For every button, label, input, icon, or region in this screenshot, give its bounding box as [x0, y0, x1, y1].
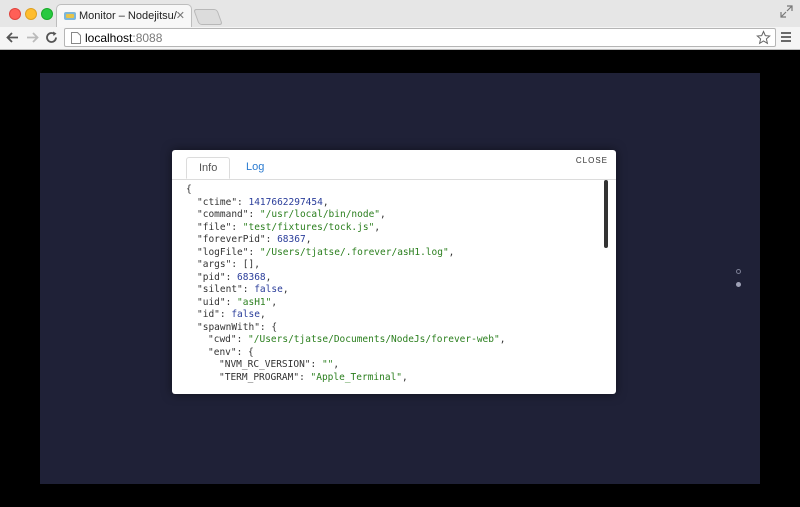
json-key: ,: [259, 309, 266, 320]
json-line: "foreverPid": 68367,: [186, 234, 606, 247]
json-key: "cwd":: [208, 334, 249, 345]
json-line: "silent": false,: [186, 284, 606, 297]
modal-close-button[interactable]: CLOSE: [576, 156, 608, 165]
pager-dot[interactable]: [736, 269, 741, 274]
process-json-view: {"ctime": 1417662297454, "command": "/usr…: [186, 184, 606, 389]
json-line: "NVM_RC_VERSION": "",: [186, 359, 606, 372]
tab-close-icon[interactable]: ✕: [176, 9, 185, 22]
json-key: "pid":: [197, 271, 238, 283]
new-tab-button[interactable]: [193, 9, 223, 25]
bookmark-star-icon[interactable]: [756, 30, 771, 45]
json-key: "args": [],: [197, 259, 260, 270]
browser-toolbar: localhost:8088: [0, 27, 800, 50]
json-key: "ctime":: [197, 196, 249, 208]
browser-tab-title: Monitor – Nodejitsu/forever: [79, 10, 177, 22]
json-key: ,: [448, 246, 455, 258]
tab-log[interactable]: Log: [234, 157, 276, 179]
json-string: "/Users/tjatse/Documents/NodeJs/forever-…: [248, 334, 500, 345]
json-string: "/Users/tjatse/.forever/asH1.log": [259, 246, 449, 258]
json-key: "command":: [197, 209, 260, 220]
json-line: "uid": "asH1",: [186, 297, 606, 310]
reload-icon[interactable]: [44, 30, 59, 45]
json-line: "file": "test/fixtures/tock.js",: [186, 222, 606, 235]
json-key: "logFile":: [197, 246, 260, 258]
json-line: "spawnWith": {: [186, 322, 606, 335]
window-maximize-button[interactable]: [41, 8, 53, 20]
back-arrow-icon[interactable]: [5, 30, 20, 45]
json-key: ,: [271, 296, 278, 308]
browser-menu-icon[interactable]: [780, 31, 792, 43]
forward-arrow-icon[interactable]: [25, 30, 40, 45]
json-key: ,: [333, 359, 340, 370]
json-key: "id":: [197, 309, 232, 320]
json-key: ,: [499, 334, 506, 345]
json-line: "env": {: [186, 347, 606, 360]
json-string: "test/fixtures/tock.js": [242, 221, 375, 233]
modal-scrollbar[interactable]: [604, 180, 608, 248]
json-key: ,: [305, 234, 312, 245]
window-close-button[interactable]: [9, 8, 21, 20]
json-line: "id": false,: [186, 309, 606, 322]
json-key: ,: [282, 284, 289, 295]
json-value: false: [254, 284, 283, 295]
json-key: "uid":: [197, 296, 238, 308]
tab-info[interactable]: Info: [186, 157, 231, 179]
json-key: "file":: [197, 221, 243, 233]
url-text: localhost:8088: [85, 31, 162, 45]
json-line: {: [186, 184, 606, 197]
fullscreen-expand-icon[interactable]: [780, 5, 793, 18]
json-line: "pid": 68368,: [186, 272, 606, 285]
nodejitsu-favicon-icon: [64, 12, 76, 20]
browser-tab[interactable]: Monitor – Nodejitsu/forever ✕: [56, 4, 192, 27]
json-value: 68368: [237, 271, 266, 283]
json-line: "ctime": 1417662297454,: [186, 197, 606, 210]
json-string: "": [321, 359, 334, 370]
json-value: false: [231, 309, 260, 320]
json-key: ,: [265, 271, 272, 283]
json-key: "NVM_RC_VERSION":: [219, 359, 322, 370]
json-key: "spawnWith": {: [197, 321, 278, 333]
pager-dot-active[interactable]: [736, 282, 741, 287]
json-value: 1417662297454: [248, 196, 323, 208]
process-info-modal: Info Log CLOSE {"ctime": 1417662297454, "…: [172, 150, 616, 394]
json-key: "env": {: [208, 346, 254, 358]
json-key: "foreverPid":: [197, 234, 278, 245]
json-line: "TERM_PROGRAM": "Apple_Terminal",: [186, 372, 606, 385]
json-key: ,: [380, 209, 386, 220]
json-line: "logFile": "/Users/tjatse/.forever/asH1.…: [186, 247, 606, 260]
json-value: 68367: [277, 234, 306, 245]
json-key: ,: [402, 371, 408, 383]
json-string: "asH1": [237, 296, 272, 308]
json-key: "silent":: [197, 284, 255, 295]
url-port: :8088: [132, 31, 163, 45]
json-key: ,: [322, 196, 329, 208]
page-icon: [71, 32, 81, 44]
json-line: "cwd": "/Users/tjatse/Documents/NodeJs/f…: [186, 334, 606, 347]
json-line: "command": "/usr/local/bin/node",: [186, 209, 606, 222]
browser-titlebar: Monitor – Nodejitsu/forever ✕: [0, 0, 800, 28]
json-key: {: [186, 184, 192, 195]
json-key: ,: [374, 221, 381, 233]
json-string: "Apple_Terminal": [310, 371, 403, 383]
address-bar[interactable]: localhost:8088: [64, 28, 776, 47]
url-host: localhost: [85, 31, 133, 45]
modal-tab-bar: Info Log: [172, 150, 616, 180]
json-string: "/usr/local/bin/node": [259, 209, 381, 220]
json-line: "args": [],: [186, 259, 606, 272]
json-key: "TERM_PROGRAM":: [219, 371, 311, 383]
window-minimize-button[interactable]: [25, 8, 37, 20]
